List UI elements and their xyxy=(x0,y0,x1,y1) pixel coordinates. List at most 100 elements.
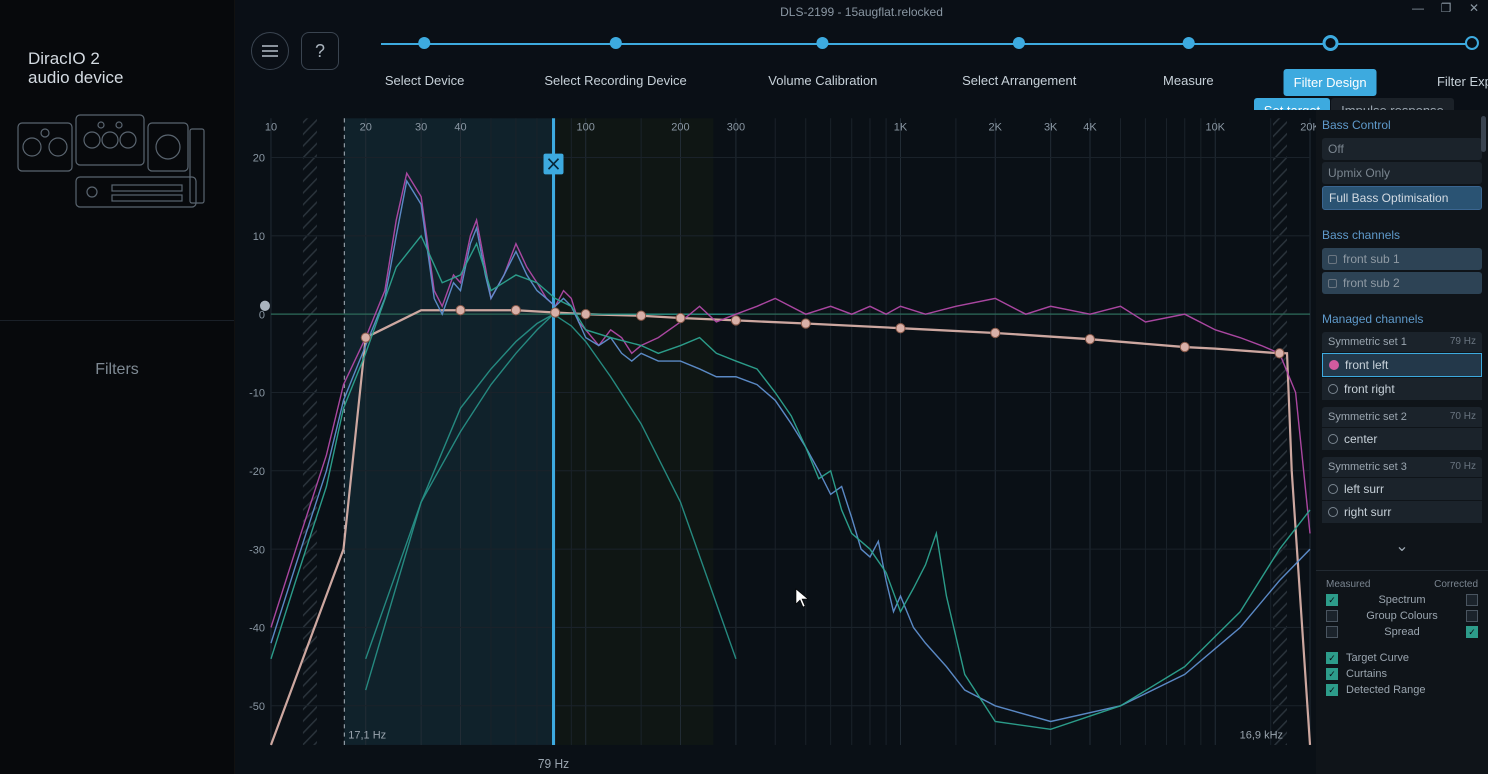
bass-channel[interactable]: front sub 1 xyxy=(1322,248,1482,270)
bass-control-option[interactable]: Upmix Only xyxy=(1322,162,1482,184)
channel-label: center xyxy=(1344,432,1377,446)
symmetric-set-header[interactable]: Symmetric set 3 70 Hz xyxy=(1322,457,1482,477)
svg-text:10: 10 xyxy=(265,122,277,134)
bass-channel[interactable]: front sub 2 xyxy=(1322,272,1482,294)
frequency-response-chart[interactable]: 102030401002003001K2K3K4K10K20K20100-10-… xyxy=(235,110,1316,774)
step-1[interactable]: Select Recording Device xyxy=(534,32,696,94)
step-3[interactable]: Select Arrangement xyxy=(952,32,1086,94)
step-label: Select Recording Device xyxy=(534,67,696,94)
managed-channels-title: Managed channels xyxy=(1322,312,1482,326)
bass-channel-label: front sub 1 xyxy=(1343,252,1400,266)
bass-control-option[interactable]: Off xyxy=(1322,138,1482,160)
svg-text:20K: 20K xyxy=(1300,122,1316,134)
checkbox[interactable] xyxy=(1326,626,1338,638)
svg-text:16,9 kHz: 16,9 kHz xyxy=(1240,730,1284,742)
checkbox[interactable] xyxy=(1326,594,1338,606)
step-label: Select Arrangement xyxy=(952,67,1086,94)
bass-control-option[interactable]: Full Bass Optimisation xyxy=(1322,186,1482,210)
measured-header: Measured xyxy=(1326,579,1370,590)
step-label: Measure xyxy=(1153,67,1224,94)
svg-text:20: 20 xyxy=(360,122,372,134)
checkbox[interactable] xyxy=(1326,652,1338,664)
check-row: Group Colours xyxy=(1322,608,1482,624)
check-label: Target Curve xyxy=(1338,652,1478,664)
bass-control-title: Bass Control xyxy=(1322,118,1482,132)
check-row: Spectrum xyxy=(1322,592,1482,608)
bass-channels-title: Bass channels xyxy=(1322,228,1482,242)
brand: DiracIO 2 audio device xyxy=(28,50,234,87)
hamburger-icon xyxy=(261,44,279,58)
help-button[interactable]: ? xyxy=(301,32,339,70)
window-close-icon[interactable]: ✕ xyxy=(1466,0,1482,16)
step-label: Filter Export xyxy=(1427,68,1488,95)
step-0[interactable]: Select Device xyxy=(375,32,474,94)
svg-text:100: 100 xyxy=(577,122,595,134)
channel-row[interactable]: center xyxy=(1322,428,1482,450)
channel-label: front right xyxy=(1344,382,1395,396)
radio-icon xyxy=(1328,507,1338,517)
step-dot xyxy=(817,37,829,49)
svg-text:-40: -40 xyxy=(249,622,265,634)
step-4[interactable]: Measure xyxy=(1153,32,1224,94)
svg-text:17,1 Hz: 17,1 Hz xyxy=(348,730,386,742)
left-sidebar: DiracIO 2 audio device xyxy=(0,0,235,774)
svg-text:1K: 1K xyxy=(894,122,908,134)
wizard-stepper: Select DeviceSelect Recording DeviceVolu… xyxy=(381,32,1472,104)
expand-chevron-icon[interactable]: ⌄ xyxy=(1322,530,1482,562)
svg-text:30: 30 xyxy=(415,122,427,134)
checkbox[interactable] xyxy=(1466,626,1478,638)
symmetric-set-header[interactable]: Symmetric set 270 Hz xyxy=(1322,407,1482,427)
radio-icon xyxy=(1328,279,1337,288)
filters-title: Filters xyxy=(0,361,234,379)
corrected-header: Corrected xyxy=(1434,579,1478,590)
radio-icon xyxy=(1328,434,1338,444)
step-6[interactable]: Filter Export xyxy=(1427,32,1488,95)
scrollbar-thumb[interactable] xyxy=(1481,116,1486,152)
svg-text:-20: -20 xyxy=(249,466,265,478)
checkbox[interactable] xyxy=(1466,594,1478,606)
channel-row[interactable]: front left xyxy=(1322,353,1482,377)
step-5[interactable]: Filter Design xyxy=(1284,32,1377,96)
check-row-single: Target Curve xyxy=(1322,650,1482,666)
step-dot xyxy=(1182,37,1194,49)
bass-channel-label: front sub 2 xyxy=(1343,276,1400,290)
step-2[interactable]: Volume Calibration xyxy=(758,32,887,94)
check-label: Spectrum xyxy=(1338,594,1466,606)
set-hz: 70 Hz xyxy=(1450,461,1476,473)
radio-icon xyxy=(1329,360,1339,370)
radio-icon xyxy=(1328,255,1337,264)
step-label: Volume Calibration xyxy=(758,67,887,94)
set-title: Symmetric set 1 xyxy=(1328,336,1407,348)
top-toolbar: ? Select DeviceSelect Recording DeviceVo… xyxy=(235,24,1488,110)
check-row: Spread xyxy=(1322,624,1482,640)
svg-text:20: 20 xyxy=(253,152,265,164)
step-dot xyxy=(419,37,431,49)
checkbox[interactable] xyxy=(1326,668,1338,680)
window-minimize-icon[interactable]: — xyxy=(1410,0,1426,16)
checkbox[interactable] xyxy=(1326,684,1338,696)
channel-row[interactable]: front right xyxy=(1322,378,1482,400)
svg-text:10: 10 xyxy=(253,231,265,243)
svg-text:-10: -10 xyxy=(249,387,265,399)
step-dot xyxy=(1013,37,1025,49)
svg-text:3K: 3K xyxy=(1044,122,1058,134)
set-title: Symmetric set 3 xyxy=(1328,461,1407,473)
symmetric-set-header[interactable]: Symmetric set 179 Hz xyxy=(1322,332,1482,352)
channel-row[interactable]: left surr xyxy=(1322,478,1482,500)
svg-text:-50: -50 xyxy=(249,701,265,713)
radio-icon xyxy=(1328,384,1338,394)
brand-line1: DiracIO 2 xyxy=(28,49,100,68)
svg-text:2K: 2K xyxy=(989,122,1003,134)
channel-row[interactable]: right surr xyxy=(1322,501,1482,523)
menu-button[interactable] xyxy=(251,32,289,70)
check-label: Spread xyxy=(1338,626,1466,638)
window-title: DLS-2199 - 15augflat.relocked xyxy=(780,5,943,19)
step-dot xyxy=(1465,36,1479,50)
svg-text:200: 200 xyxy=(671,122,689,134)
checkbox[interactable] xyxy=(1466,610,1478,622)
window-maximize-icon[interactable]: ❐ xyxy=(1438,0,1454,16)
checkbox[interactable] xyxy=(1326,610,1338,622)
window-titlebar: DLS-2199 - 15augflat.relocked — ❐ ✕ xyxy=(235,0,1488,24)
svg-text:4K: 4K xyxy=(1083,122,1097,134)
svg-text:40: 40 xyxy=(454,122,466,134)
